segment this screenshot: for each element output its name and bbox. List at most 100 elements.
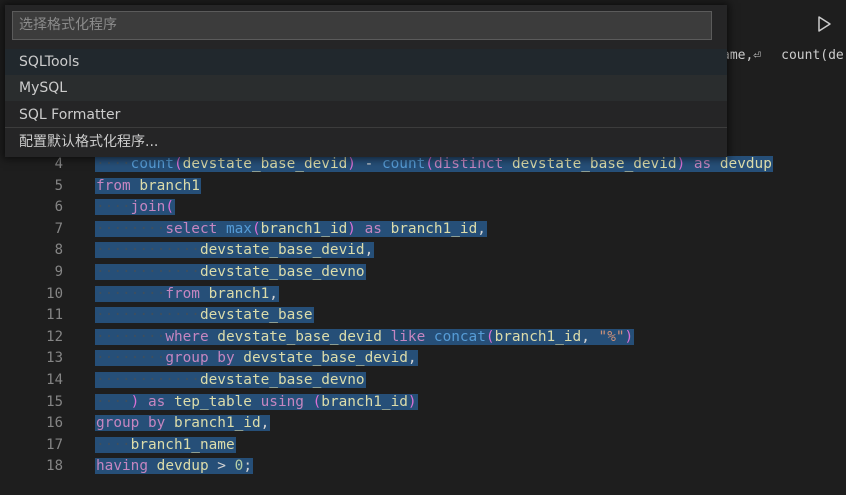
quick-pick-item-sql-formatter[interactable]: SQL Formatter: [5, 102, 727, 128]
code-token: ): [624, 328, 634, 345]
code-token: max: [225, 220, 252, 237]
code-token: where: [165, 328, 218, 345]
code-token: having: [96, 458, 157, 475]
code-token: (: [425, 156, 434, 172]
code-token: ): [347, 156, 356, 172]
code-token: tep_table: [173, 393, 261, 410]
code-line[interactable]: ····join(: [95, 197, 175, 219]
code-line[interactable]: ····branch1_name: [95, 435, 236, 457]
selected-code: ····join(: [95, 199, 175, 216]
whitespace-indicator: ············: [96, 242, 200, 259]
code-token: ): [676, 156, 686, 172]
line-number: 10: [46, 285, 63, 302]
code-line[interactable]: group by branch1_id,: [95, 413, 271, 435]
code-token: ,: [260, 415, 270, 432]
code-token: branch1_id: [321, 393, 408, 410]
code-token: ,: [477, 220, 486, 237]
code-token: as: [685, 156, 720, 172]
line-number: 15: [46, 393, 63, 410]
code-token: select: [165, 220, 226, 237]
selected-code: ············devstate_base_devno: [95, 372, 366, 388]
code-line[interactable]: ····count(devstate_base_devid) - count(d…: [95, 154, 773, 176]
code-token: devstate_base_devid: [182, 156, 348, 172]
code-token: ;: [243, 458, 252, 475]
quick-pick-item-mysql[interactable]: MySQL: [5, 75, 727, 101]
code-token: branch1_id: [390, 220, 478, 237]
code-token: count: [381, 156, 426, 172]
code-line[interactable]: ············devstate_base_devid,: [95, 240, 375, 262]
code-token: branch1_id: [260, 220, 348, 237]
code-token: group by: [96, 415, 174, 432]
code-token: devstate_base_devid: [217, 328, 382, 345]
code-token: devstate_base_devid: [243, 350, 408, 367]
code-token: -: [355, 156, 382, 172]
whitespace-indicator: ····: [96, 393, 131, 410]
line-number: 9: [54, 264, 63, 280]
whitespace-indicator: ········: [96, 220, 166, 237]
code-token: devdup: [719, 156, 772, 172]
code-token: >: [208, 458, 235, 475]
whitespace-indicator: ············: [96, 372, 200, 388]
selected-code: ········from branch1,: [95, 285, 279, 302]
selected-code: ····) as tep_table using (branch1_id): [95, 393, 418, 410]
code-token: (: [251, 220, 261, 237]
code-fragment-2: count(de: [781, 48, 844, 63]
quick-pick-item-configure-default[interactable]: 配置默认格式化程序...: [5, 129, 727, 155]
line-number: 8: [54, 242, 63, 259]
code-line[interactable]: ············devstate_base_devno: [95, 262, 366, 284]
code-token: (: [173, 156, 183, 172]
line-number: 12: [46, 328, 63, 345]
code-line[interactable]: ············devstate_base: [95, 305, 314, 327]
code-line[interactable]: ········where devstate_base_devid like c…: [95, 327, 635, 349]
code-token: branch1_id: [494, 328, 582, 345]
code-token: from: [165, 285, 209, 302]
top-right-code-fragment: ame,⏎ count(de: [722, 48, 846, 63]
line-number: 4: [54, 156, 63, 172]
code-token: branch1_name: [130, 436, 235, 453]
code-line[interactable]: ············devstate_base_devno: [95, 370, 366, 392]
code-token: (: [485, 328, 495, 345]
code-token: concat: [433, 328, 486, 345]
code-line[interactable]: ········from branch1,: [95, 284, 279, 306]
selected-code: ····count(devstate_base_devid) - count(d…: [95, 156, 773, 172]
code-token: ,: [407, 350, 417, 367]
whitespace-indicator: ············: [96, 264, 200, 280]
whitespace-indicator: ············: [96, 307, 200, 324]
code-fragment-1: ame,⏎: [722, 48, 762, 63]
code-token: (: [312, 393, 322, 410]
code-token: devstate_base_devno: [199, 264, 365, 280]
line-number: 14: [46, 372, 63, 388]
code-token: ): [407, 393, 417, 410]
quick-pick-separator: [5, 127, 727, 128]
code-token: as: [355, 220, 391, 237]
code-line[interactable]: ····) as tep_table using (branch1_id): [95, 392, 418, 414]
code-token: branch1: [208, 285, 270, 302]
code-token: ): [347, 220, 356, 237]
code-token: distinct: [433, 156, 512, 172]
run-button[interactable]: [814, 14, 834, 34]
quick-pick-item-sqltools[interactable]: SQLTools: [5, 49, 727, 75]
code-token: devstate_base_devno: [199, 372, 365, 388]
selected-code: from branch1: [95, 177, 201, 194]
whitespace-indicator: ····: [96, 199, 131, 216]
code-token: ,: [581, 328, 599, 345]
code-line[interactable]: having devdup > 0;: [95, 456, 253, 478]
code-token: as: [139, 393, 174, 410]
formatter-search-input[interactable]: 选择格式化程序: [12, 11, 712, 40]
whitespace-indicator: ····: [96, 156, 131, 172]
selected-code: ············devstate_base_devid,: [95, 242, 375, 259]
line-number: 13: [46, 350, 63, 367]
line-number: 16: [46, 415, 63, 432]
code-token: using: [260, 393, 313, 410]
formatter-quick-pick: 选择格式化程序 SQLTools MySQL SQL Formatter 配置默…: [5, 5, 727, 157]
code-token: devdup: [156, 458, 209, 475]
code-line[interactable]: ········select max(branch1_id) as branch…: [95, 219, 487, 241]
whitespace-indicator: ········: [96, 328, 166, 345]
line-number: 7: [54, 220, 63, 237]
selected-code: ····branch1_name: [95, 436, 236, 453]
code-line[interactable]: ········group by devstate_base_devid,: [95, 348, 418, 370]
whitespace-indicator: ········: [96, 285, 166, 302]
play-icon: [818, 16, 831, 32]
code-line[interactable]: from branch1: [95, 176, 201, 198]
code-token: devstate_base_devid: [199, 242, 365, 259]
